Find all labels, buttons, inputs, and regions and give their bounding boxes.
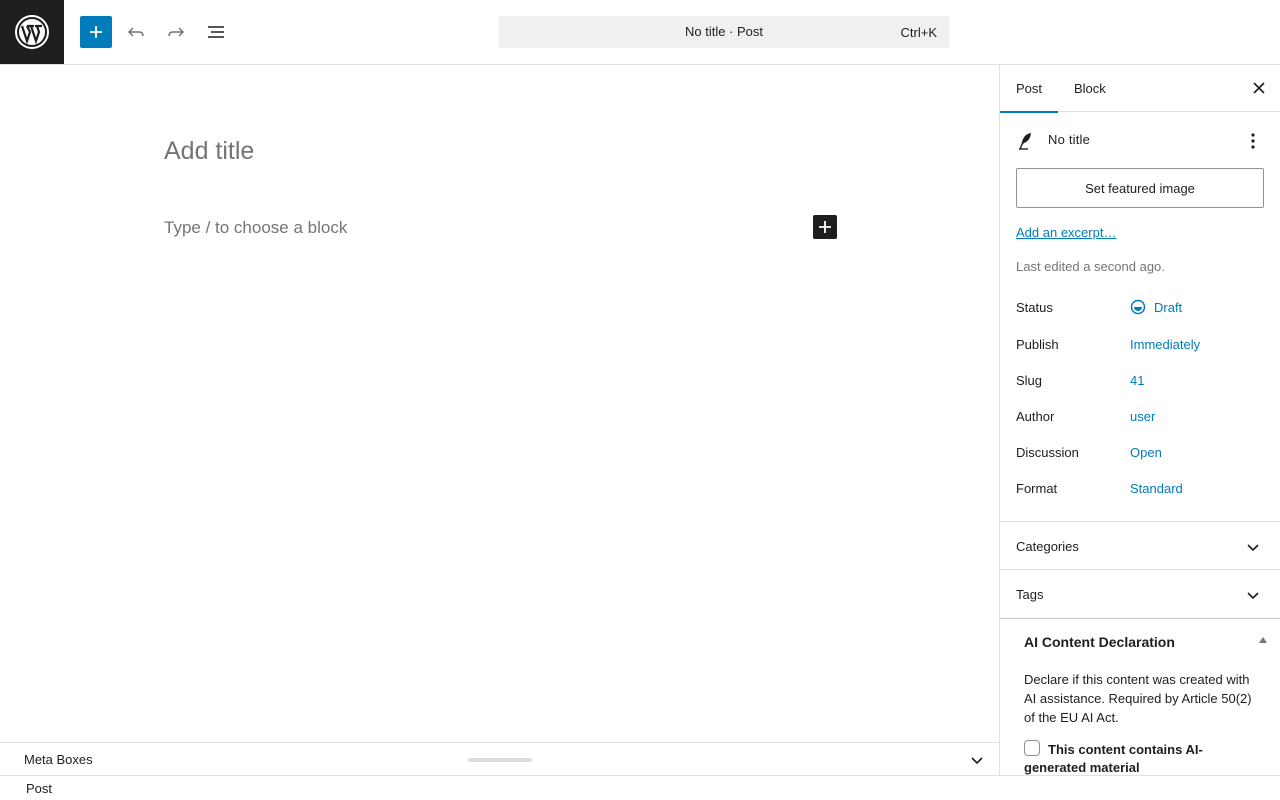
slug-value-button[interactable]: 41 (1130, 373, 1144, 388)
add-excerpt-link[interactable]: Add an excerpt… (1016, 225, 1116, 240)
author-row: Author user (1016, 409, 1265, 429)
tags-panel-toggle[interactable]: Tags (1000, 569, 1280, 617)
default-block-appender[interactable]: Type / to choose a block (164, 218, 347, 238)
ai-declaration-description: Declare if this content was created with… (1024, 672, 1252, 725)
list-view-icon (208, 26, 224, 38)
plus-icon (90, 26, 102, 38)
resize-handle[interactable] (468, 758, 532, 762)
slug-label: Slug (1016, 373, 1043, 388)
status-value-button[interactable]: Draft (1154, 300, 1182, 315)
categories-panel-toggle[interactable]: Categories (1000, 521, 1280, 569)
redo-button[interactable] (160, 16, 192, 48)
chevron-down-icon[interactable] (969, 752, 985, 768)
publish-row: Publish Immediately (1016, 337, 1265, 357)
chevron-down-icon (1247, 592, 1259, 600)
block-inserter-button[interactable] (80, 16, 112, 48)
last-edited-text: Last edited a second ago. (1016, 259, 1165, 274)
discussion-row: Discussion Open (1016, 445, 1265, 465)
breadcrumb[interactable]: Post (26, 781, 52, 796)
inline-inserter-button[interactable] (813, 215, 837, 239)
format-value-button[interactable]: Standard (1130, 481, 1183, 496)
post-title-summary: No title (1048, 132, 1091, 147)
keyboard-shortcut: Ctrl+K (900, 25, 937, 40)
collapse-arrow-icon[interactable] (1259, 637, 1267, 643)
discussion-label: Discussion (1016, 445, 1079, 460)
wordpress-logo-icon[interactable] (0, 0, 64, 64)
categories-panel-title: Categories (1016, 539, 1079, 554)
tab-post[interactable]: Post (1000, 65, 1058, 113)
document-overview-button[interactable] (200, 16, 232, 48)
post-feather-icon (1019, 133, 1031, 150)
slug-row: Slug 41 (1016, 373, 1265, 393)
settings-sidebar: Post Block No title Set featured image A… (999, 65, 1280, 775)
tab-block[interactable]: Block (1074, 65, 1106, 112)
close-icon[interactable] (1251, 80, 1267, 96)
tags-panel-title: Tags (1016, 587, 1044, 602)
meta-boxes-panel[interactable]: Meta Boxes (0, 742, 999, 776)
undo-button[interactable] (120, 16, 152, 48)
block-breadcrumb-bar: Post (0, 775, 1280, 800)
ai-checkbox-label[interactable]: This content contains AI-generated mater… (1024, 741, 1244, 775)
ai-content-declaration-metabox: AI Content Declaration Declare if this c… (1000, 618, 1280, 775)
publish-label: Publish (1016, 337, 1059, 352)
plus-icon (819, 221, 831, 233)
redo-icon (168, 27, 185, 37)
more-actions-icon[interactable] (1245, 132, 1261, 150)
command-palette-bar[interactable]: No title · Post Ctrl+K (499, 16, 949, 48)
document-title: No title · Post (684, 24, 764, 39)
status-row: Status Draft (1016, 299, 1265, 320)
format-label: Format (1016, 481, 1058, 496)
undo-icon (127, 27, 144, 37)
post-summary-header: No title (1016, 129, 1265, 153)
format-row: Format Standard (1016, 481, 1265, 501)
set-featured-image-button[interactable]: Set featured image (1016, 168, 1264, 208)
status-label: Status (1016, 300, 1053, 315)
chevron-down-icon (1247, 544, 1259, 552)
author-value-button[interactable]: user (1130, 409, 1155, 424)
publish-value-button[interactable]: Immediately (1130, 337, 1200, 352)
discussion-value-button[interactable]: Open (1130, 445, 1162, 460)
author-label: Author (1016, 409, 1055, 424)
editor-canvas: Add title Type / to choose a block (0, 65, 999, 743)
sidebar-tabs: Post Block (1000, 65, 1280, 113)
post-title-input[interactable]: Add title (164, 137, 254, 166)
editor-header: No title · Post Ctrl+K (0, 0, 1280, 65)
ai-declaration-title: AI Content Declaration (1024, 634, 1175, 650)
ai-generated-checkbox[interactable] (1024, 740, 1040, 756)
draft-status-icon (1130, 299, 1146, 315)
meta-boxes-label: Meta Boxes (24, 752, 93, 767)
